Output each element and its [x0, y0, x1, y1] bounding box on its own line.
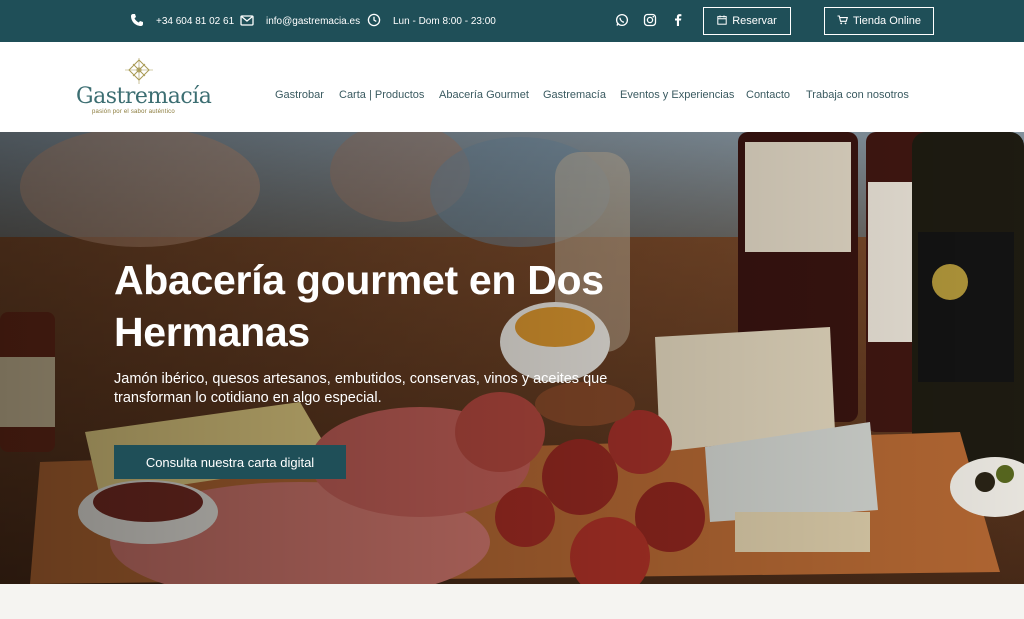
phone-number[interactable]: +34 604 81 02 61	[156, 0, 234, 42]
nav-item-contacto[interactable]: Contacto	[746, 89, 790, 101]
mail-icon	[240, 13, 254, 27]
online-shop-button[interactable]: Tienda Online	[824, 7, 934, 35]
site-header: Gastremacía pasión por el sabor auténtic…	[0, 42, 1024, 132]
top-bar: +34 604 81 02 61 info@gastremacia.es Lun…	[0, 0, 1024, 42]
main-nav: Gastrobar Carta | Productos Abacería Gou…	[0, 42, 1024, 132]
reserve-button[interactable]: Reservar	[703, 7, 791, 35]
digital-menu-button[interactable]: Consulta nuestra carta digital	[114, 445, 346, 479]
phone-icon	[130, 13, 144, 27]
next-section	[0, 584, 1024, 619]
clock-icon	[367, 13, 381, 27]
hero-section: Abacería gourmet en Dos Hermanas Jamón i…	[0, 132, 1024, 584]
facebook-icon[interactable]	[671, 13, 685, 27]
calendar-icon	[717, 15, 727, 28]
whatsapp-icon[interactable]	[615, 13, 629, 27]
nav-item-gastrobar[interactable]: Gastrobar	[275, 89, 324, 101]
nav-item-abaceria-gourmet[interactable]: Abacería Gourmet	[439, 89, 529, 101]
reserve-button-label: Reservar	[732, 15, 777, 27]
hero-subtitle: Jamón ibérico, quesos artesanos, embutid…	[114, 371, 608, 406]
nav-item-gastremacia[interactable]: Gastremacía	[543, 89, 606, 101]
hero-title: Abacería gourmet en Dos Hermanas	[114, 257, 604, 355]
opening-hours: Lun - Dom 8:00 - 23:00	[393, 15, 496, 27]
online-shop-button-label: Tienda Online	[852, 15, 922, 27]
nav-item-eventos[interactable]: Eventos y Experiencias	[620, 89, 734, 101]
nav-item-carta-productos[interactable]: Carta | Productos	[339, 89, 424, 101]
email-link[interactable]: info@gastremacia.es	[266, 0, 360, 42]
nav-item-trabaja[interactable]: Trabaja con nosotros	[806, 89, 909, 101]
hero-background-image	[0, 132, 1024, 584]
instagram-icon[interactable]	[643, 13, 657, 27]
cart-icon	[837, 14, 848, 28]
